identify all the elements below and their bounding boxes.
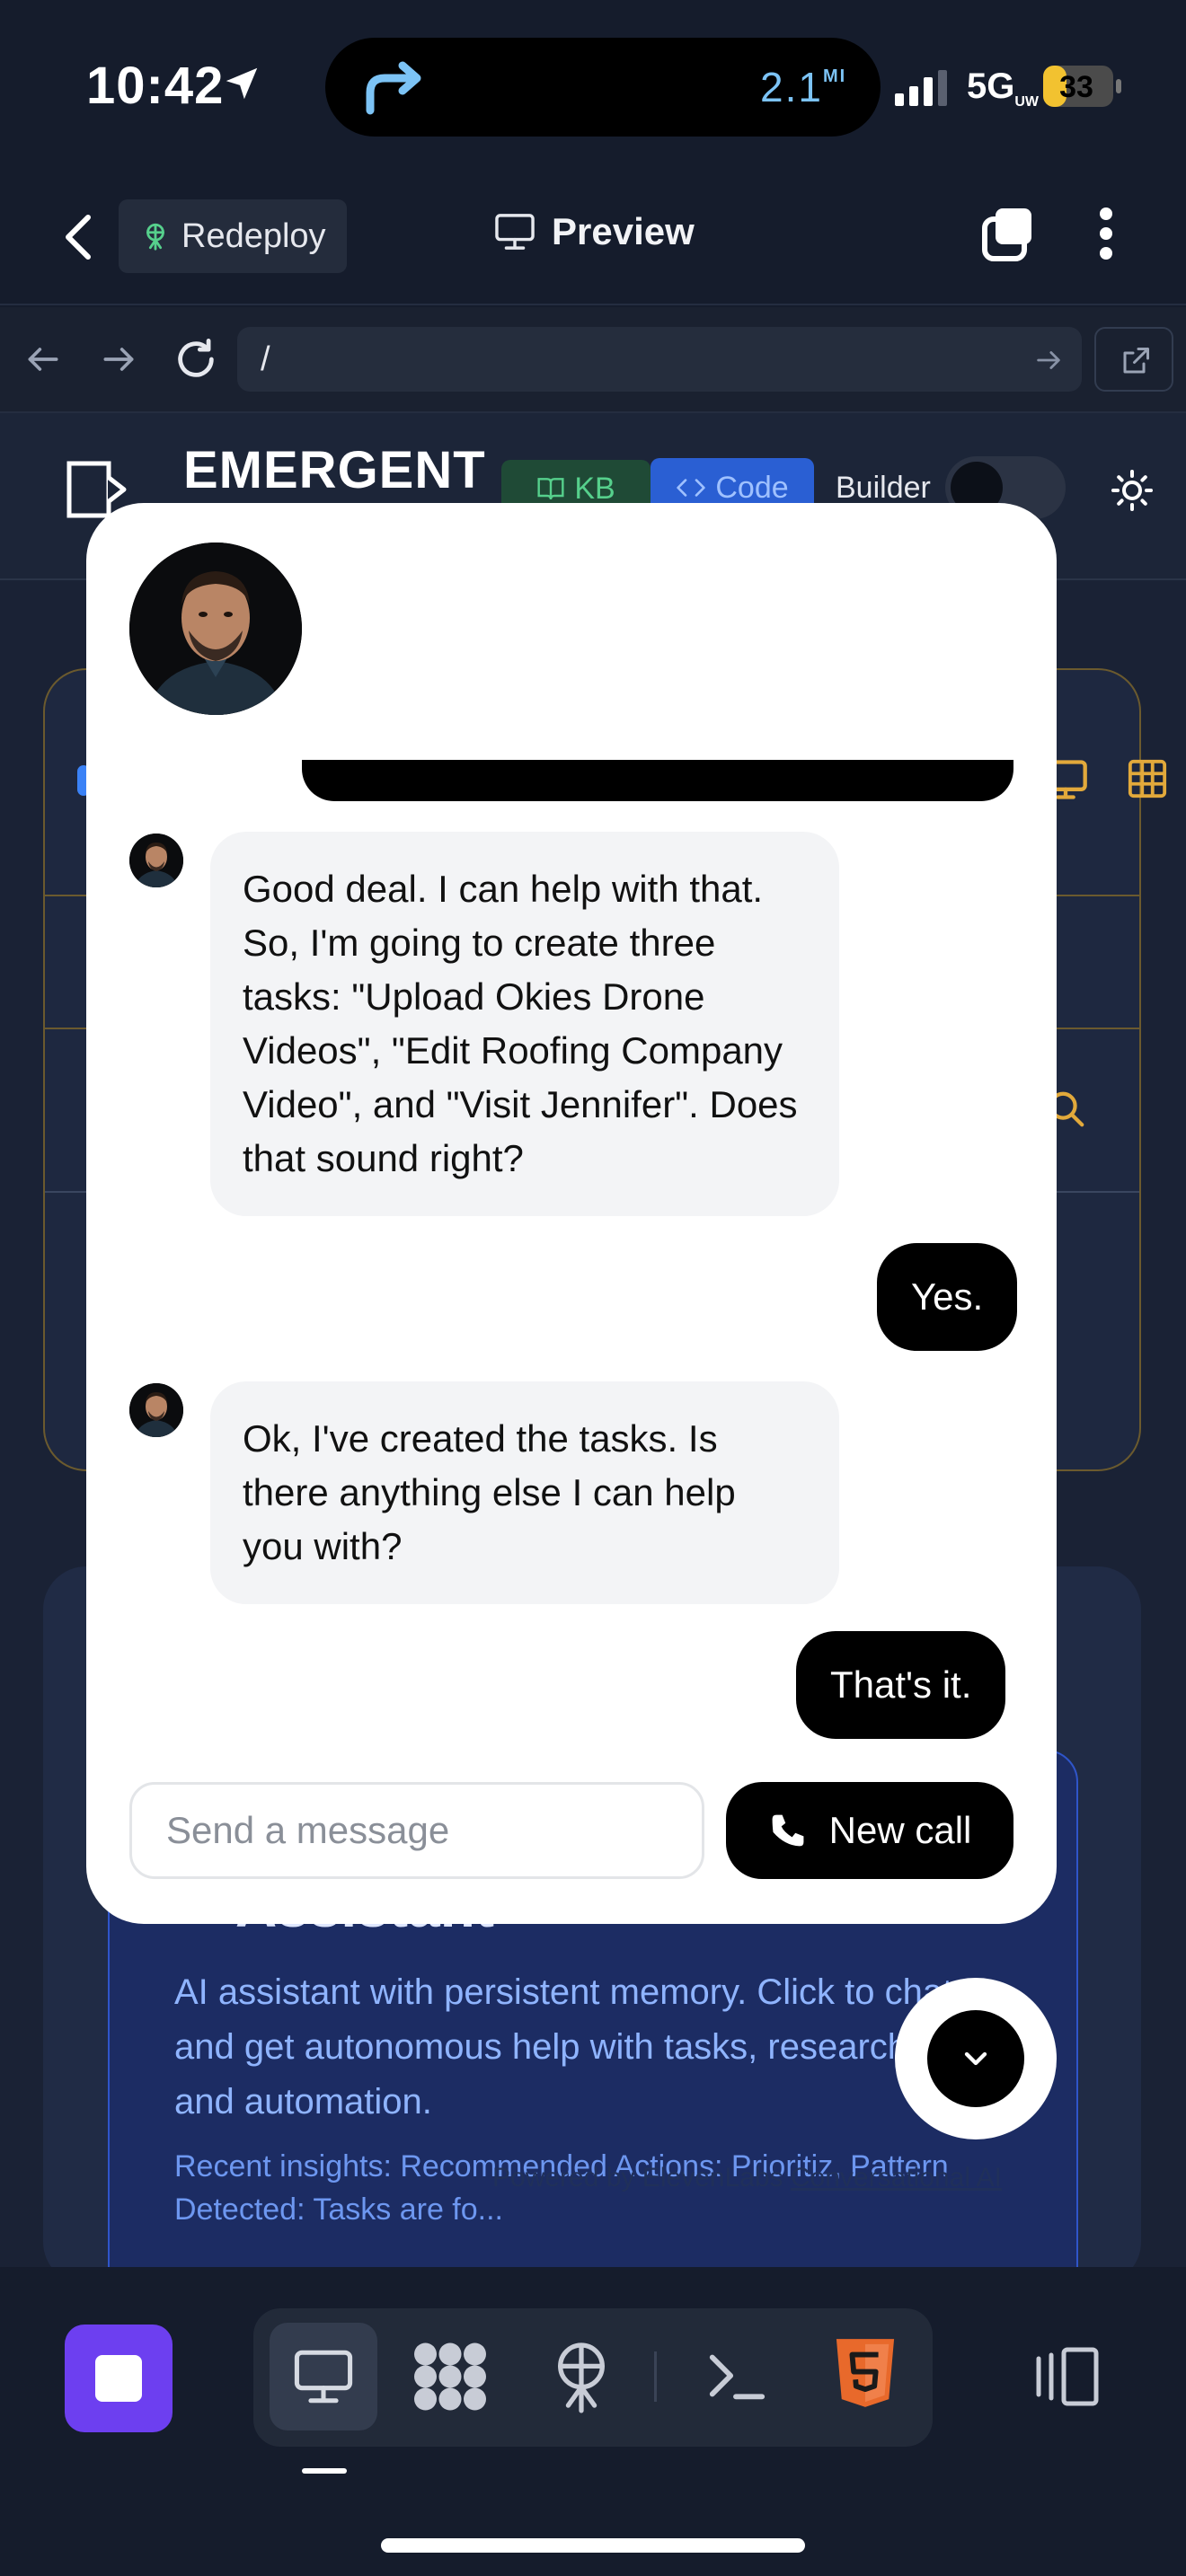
chat-collapse-button[interactable] — [895, 1978, 1057, 2139]
preview-tool-button[interactable] — [270, 2323, 377, 2430]
agent-portrait-image — [129, 543, 302, 715]
builder-label: Builder — [836, 471, 931, 505]
agent-message: Ok, I've created the tasks. Is there any… — [210, 1381, 839, 1604]
preview-title: Preview — [494, 210, 695, 253]
deploy-antenna-icon[interactable] — [550, 2339, 613, 2414]
stop-square-icon — [95, 2355, 142, 2402]
kb-label: KB — [574, 471, 615, 506]
toolbar-divider — [654, 2351, 657, 2402]
new-call-label: New call — [828, 1809, 972, 1851]
brand-logo-text: EMERGENT — [183, 441, 486, 499]
html5-icon[interactable] — [834, 2335, 897, 2411]
monitor-icon — [294, 2350, 353, 2404]
grid-icon[interactable] — [1127, 758, 1168, 799]
active-tool-indicator — [302, 2468, 347, 2474]
powered-by-credit: Powered by ElevenLabs Conversational AI — [492, 2163, 1003, 2192]
previous-user-message — [302, 760, 1013, 801]
code-label: Code — [715, 470, 789, 505]
agent-avatar-small — [129, 834, 183, 887]
terminal-icon[interactable] — [704, 2344, 767, 2407]
agent-avatar — [129, 543, 302, 715]
user-message: That's it. — [796, 1631, 1006, 1739]
battery-icon: 33 — [1043, 66, 1121, 107]
book-icon — [537, 478, 564, 500]
agent-message: Good deal. I can help with that. So, I'm… — [210, 832, 839, 1216]
go-arrow-icon[interactable] — [1033, 345, 1064, 375]
more-vertical-icon[interactable] — [1093, 205, 1120, 262]
reload-icon[interactable] — [173, 336, 219, 383]
navigation-distance: 2.1MI — [760, 64, 847, 110]
agent-avatar-small — [129, 1383, 183, 1437]
stop-button[interactable] — [65, 2325, 173, 2432]
tabs-icon[interactable] — [981, 205, 1035, 262]
home-indicator[interactable] — [381, 2538, 805, 2553]
network-indicator: 5GUW — [967, 66, 1040, 110]
layout-toggle-icon[interactable] — [1035, 2346, 1100, 2407]
battery-level: 33 — [1059, 70, 1093, 104]
external-link-icon — [1123, 348, 1149, 374]
monitor-icon — [495, 214, 535, 250]
message-input[interactable]: Send a message — [129, 1782, 704, 1879]
user-message: Yes. — [877, 1243, 1018, 1351]
deploy-antenna-icon — [146, 223, 164, 251]
arrow-left-icon[interactable] — [23, 340, 63, 379]
back-chevron-icon[interactable] — [58, 212, 97, 262]
preview-label: Preview — [552, 210, 695, 252]
turn-right-arrow-icon — [366, 61, 421, 115]
assistant-description: AI assistant with persistent memory. Cli… — [174, 1972, 953, 2122]
open-external-button[interactable] — [1094, 327, 1173, 392]
signal-bars-icon — [895, 70, 947, 106]
chevron-down-icon — [964, 2051, 987, 2066]
url-input[interactable]: / — [237, 327, 1082, 392]
phone-icon — [772, 1814, 804, 1847]
redeploy-label: Redeploy — [181, 216, 326, 255]
location-arrow-icon — [226, 67, 258, 100]
redeploy-button[interactable]: Redeploy — [119, 199, 347, 273]
conversational-ai-link[interactable]: Conversational AI — [791, 2163, 1002, 2192]
code-brackets-icon — [677, 479, 706, 497]
arrow-right-icon[interactable] — [99, 340, 138, 379]
status-time: 10:42 — [86, 57, 225, 115]
sun-icon[interactable] — [1111, 469, 1154, 512]
integrations-icon[interactable] — [410, 2341, 491, 2413]
new-call-button[interactable]: New call — [726, 1782, 1013, 1879]
